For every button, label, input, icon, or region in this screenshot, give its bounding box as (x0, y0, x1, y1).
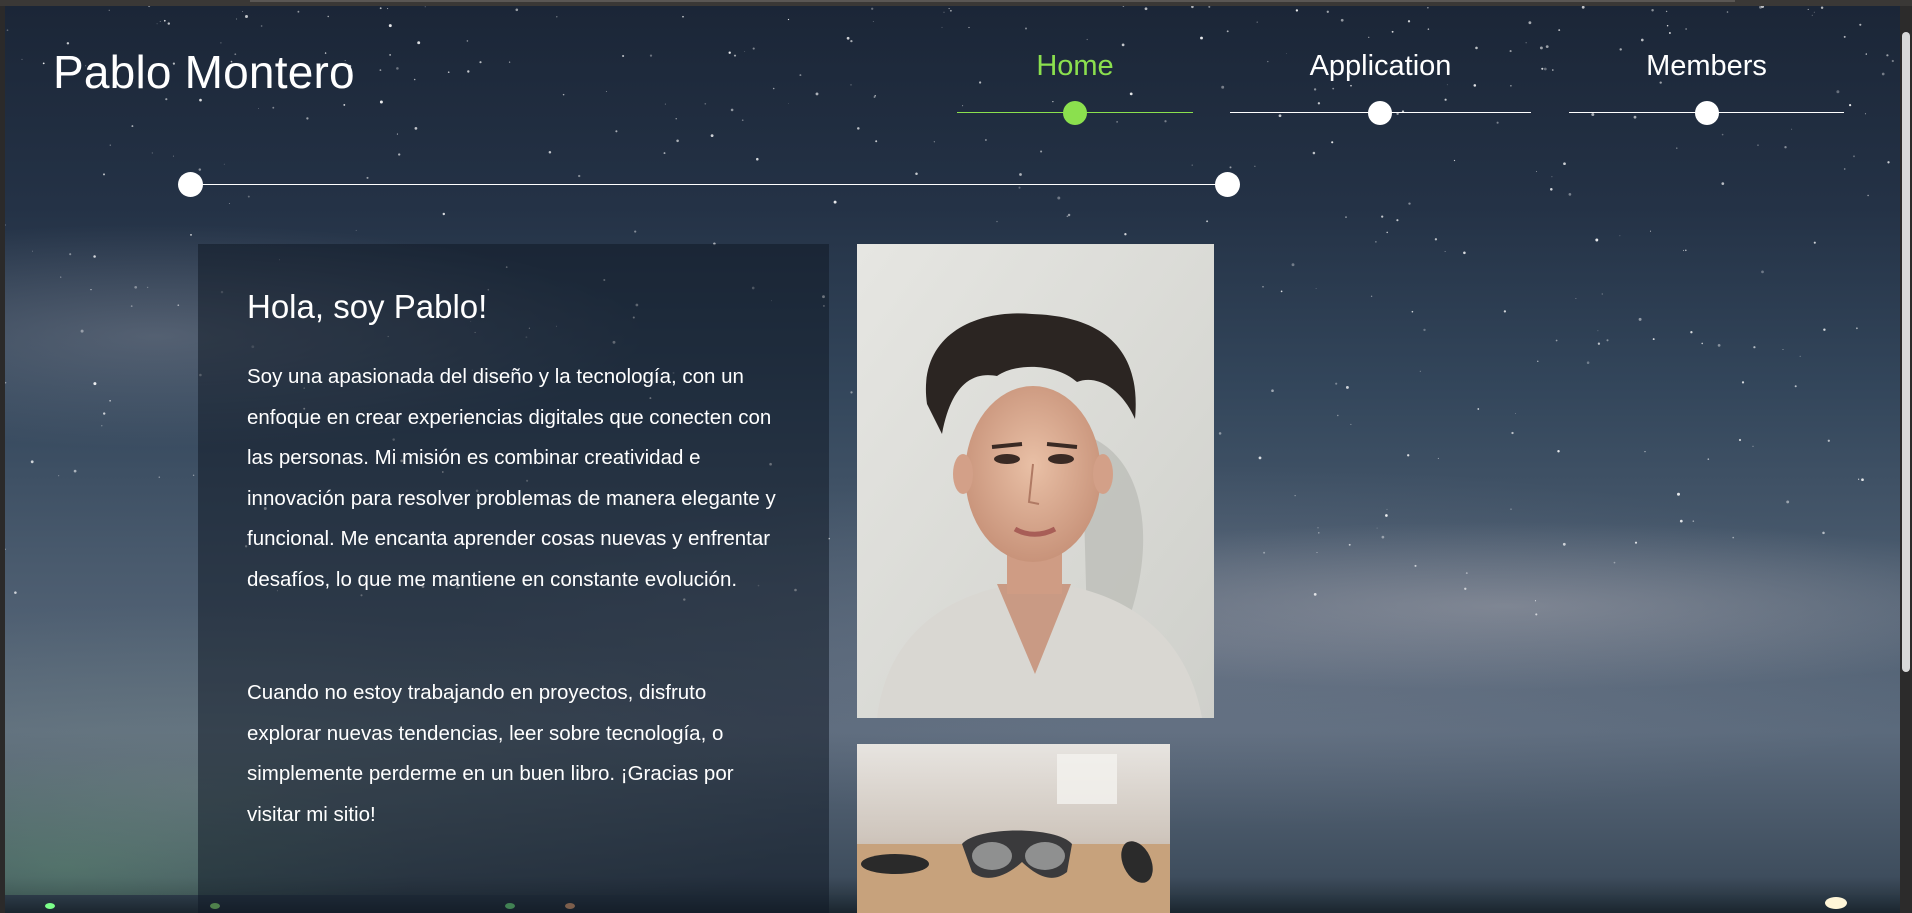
site-brand-title[interactable]: Pablo Montero (53, 45, 355, 99)
nav-home[interactable]: Home (957, 50, 1193, 130)
nav-home-indicator-dot (1063, 101, 1087, 125)
nav-members-label[interactable]: Members (1569, 50, 1844, 83)
page-scrollbar[interactable] (1900, 6, 1912, 913)
portrait-photo (857, 244, 1214, 718)
intro-card: Hola, soy Pablo! Soy una apasionada del … (198, 244, 829, 913)
nav-members-indicator-dot (1695, 101, 1719, 125)
nav-home-label[interactable]: Home (957, 50, 1193, 83)
ar-glasses-photo (857, 744, 1170, 913)
nav-members[interactable]: Members (1569, 50, 1844, 130)
track-end-dot (1215, 172, 1240, 197)
intro-paragraph-2: Cuando no estoy trabajando en proyectos,… (247, 681, 734, 826)
scrollbar-thumb[interactable] (1902, 32, 1910, 672)
nav-application-indicator-dot (1368, 101, 1392, 125)
intro-paragraph-1: Soy una apasionada del diseño y la tecno… (247, 365, 776, 591)
nav-application[interactable]: Application (1230, 50, 1531, 130)
decorative-track-line (186, 184, 1228, 185)
track-start-dot (178, 172, 203, 197)
nav-application-label[interactable]: Application (1230, 50, 1531, 83)
intro-heading: Hola, soy Pablo! (247, 288, 488, 325)
